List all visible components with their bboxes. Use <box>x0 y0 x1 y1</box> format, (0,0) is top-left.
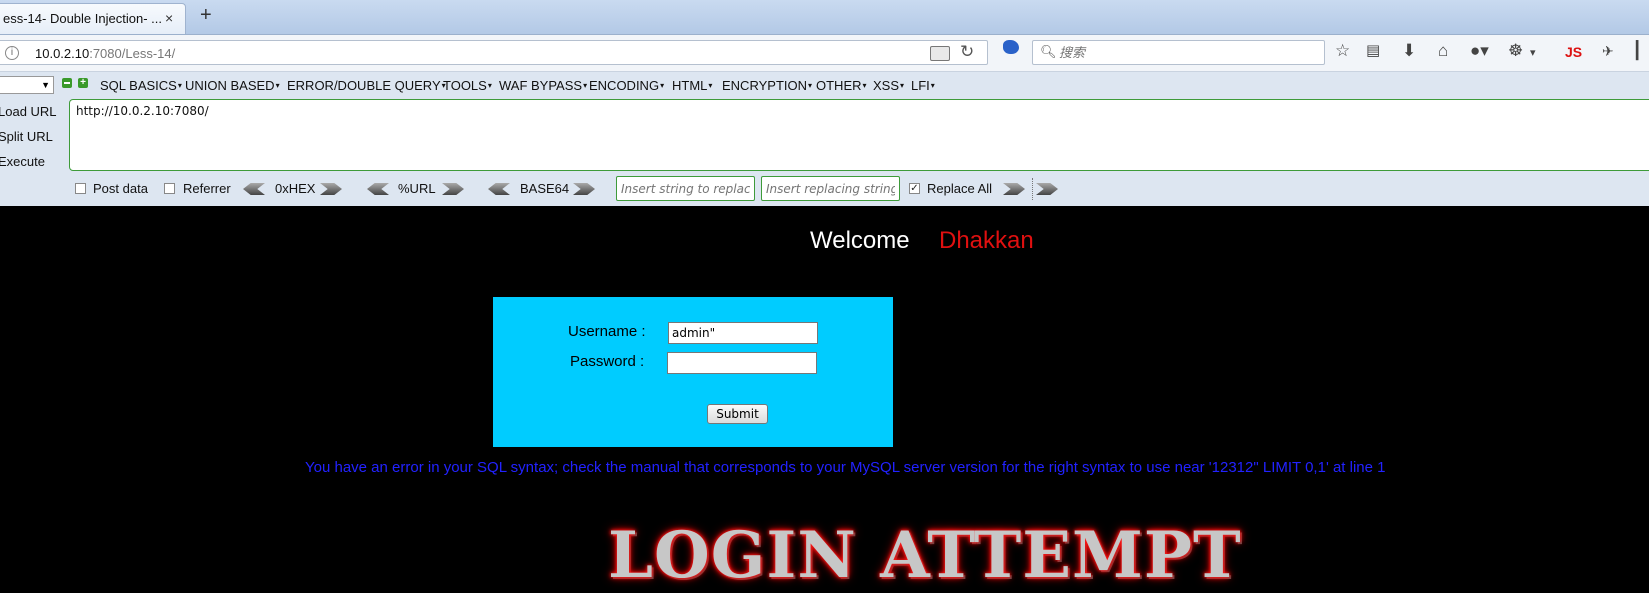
url-text[interactable]: 10.0.2.10:7080/Less-14/ <box>35 46 175 61</box>
execute-button[interactable]: Execute <box>0 154 45 169</box>
username-input[interactable] <box>668 322 818 344</box>
search-bar[interactable]: 🔍︎ <box>1032 40 1325 65</box>
menu-waf-bypass[interactable]: WAF BYPASS <box>499 78 587 93</box>
split-url-button[interactable]: Split URL <box>0 129 53 144</box>
password-label: Password : <box>570 353 645 370</box>
reader-view-icon[interactable] <box>930 46 950 61</box>
decrease-icon[interactable] <box>62 78 72 88</box>
login-form: Username : Password : Submit <box>493 297 893 447</box>
menu-encoding[interactable]: ENCODING <box>589 78 664 93</box>
welcome-text: Welcome <box>810 227 910 254</box>
sql-error-message: You have an error in your SQL syntax; ch… <box>305 459 1386 476</box>
new-tab-button[interactable]: + <box>200 4 212 27</box>
hackbar-url-textarea[interactable]: http://10.0.2.10:7080/ <box>69 99 1649 171</box>
url-bar[interactable]: i 10.0.2.10:7080/Less-14/ ↻ <box>0 40 988 65</box>
tab-title: ess-14- Double Injection- ... <box>3 11 162 26</box>
sync-account-icon[interactable]: ●▾ <box>1470 41 1489 61</box>
base64-label: BASE64 <box>520 181 570 196</box>
hackbar-select[interactable]: ▼ <box>0 76 54 94</box>
increase-icon[interactable]: + <box>78 78 88 88</box>
replace-all-label: Replace All <box>927 181 993 196</box>
referrer-checkbox[interactable] <box>164 183 175 194</box>
tab-close-icon[interactable]: × <box>165 10 173 26</box>
reload-icon[interactable]: ↻ <box>960 42 974 62</box>
menu-xss[interactable]: XSS <box>873 78 904 93</box>
extension-icon[interactable]: ✈ <box>1602 41 1614 61</box>
login-attempt-banner: LOGIN ATTEMPT <box>608 518 1242 593</box>
browser-tab[interactable]: ess-14- Double Injection- ... × <box>0 3 186 34</box>
menu-dropdown-icon[interactable]: ▾ <box>1530 43 1536 63</box>
navigation-bar: i 10.0.2.10:7080/Less-14/ ↻ 🔍︎ ☆ ▤ ⬇ ⌂ ●… <box>0 35 1649 72</box>
replacing-string-input[interactable] <box>761 176 900 201</box>
post-data-checkbox[interactable] <box>75 183 86 194</box>
extension-bird-icon[interactable] <box>1003 40 1019 54</box>
load-url-button[interactable]: Load URL <box>0 104 57 119</box>
menu-error-double-query[interactable]: ERROR/DOUBLE QUERY <box>287 78 446 93</box>
menu-encryption[interactable]: ENCRYPTION <box>722 78 812 93</box>
home-icon[interactable]: ⌂ <box>1438 41 1448 61</box>
bookmark-star-icon[interactable]: ☆ <box>1335 41 1350 61</box>
username-label: Username : <box>568 323 646 340</box>
replace-next-arrow-icon[interactable] <box>1036 183 1058 195</box>
tab-strip: ess-14- Double Injection- ... × + <box>0 0 1649 35</box>
base64-encode-arrow-icon[interactable] <box>573 183 595 195</box>
base64-decode-arrow-icon[interactable] <box>488 183 510 195</box>
menu-union-based[interactable]: UNION BASED <box>185 78 280 93</box>
welcome-name: Dhakkan <box>939 227 1034 254</box>
search-input[interactable] <box>1057 44 1316 63</box>
hackbar: ▼ + SQL BASICS UNION BASED ERROR/DOUBLE … <box>0 72 1649 206</box>
js-toggle-icon[interactable]: JS <box>1565 44 1582 60</box>
menu-html[interactable]: HTML <box>672 78 712 93</box>
menu-lfi[interactable]: LFI <box>911 78 935 93</box>
search-icon: 🔍︎ <box>1040 44 1057 59</box>
separator <box>1032 178 1033 200</box>
palette-icon[interactable]: ☸ <box>1508 41 1523 61</box>
url-path: :7080/Less-14/ <box>89 46 176 61</box>
download-icon[interactable]: ⬇ <box>1402 41 1416 61</box>
url-host: 10.0.2.10 <box>35 46 90 61</box>
url-encode-label: %URL <box>398 181 436 196</box>
hex-label: 0xHEX <box>275 181 316 196</box>
url-decode-arrow-icon[interactable] <box>367 183 389 195</box>
replace-all-checkbox[interactable]: ✓ <box>909 183 920 194</box>
menu-tools[interactable]: TOOLS <box>443 78 492 93</box>
chevron-down-icon: ▼ <box>41 80 50 90</box>
submit-button[interactable]: Submit <box>707 404 768 424</box>
hex-encode-arrow-icon[interactable] <box>320 183 342 195</box>
menu-other[interactable]: OTHER <box>816 78 867 93</box>
password-input[interactable] <box>667 352 817 374</box>
replace-string-input[interactable] <box>616 176 755 201</box>
url-encode-arrow-icon[interactable] <box>442 183 464 195</box>
menu-sql-basics[interactable]: SQL BASICS <box>100 78 182 93</box>
replace-arrow-icon[interactable] <box>1003 183 1025 195</box>
post-data-label: Post data <box>93 181 148 196</box>
bookmarks-library-icon[interactable]: ▤ <box>1366 41 1380 61</box>
overflow-icon[interactable]: ┃ <box>1632 41 1642 61</box>
referrer-label: Referrer <box>183 181 231 196</box>
hex-decode-arrow-icon[interactable] <box>243 183 265 195</box>
site-info-icon[interactable]: i <box>5 46 19 60</box>
